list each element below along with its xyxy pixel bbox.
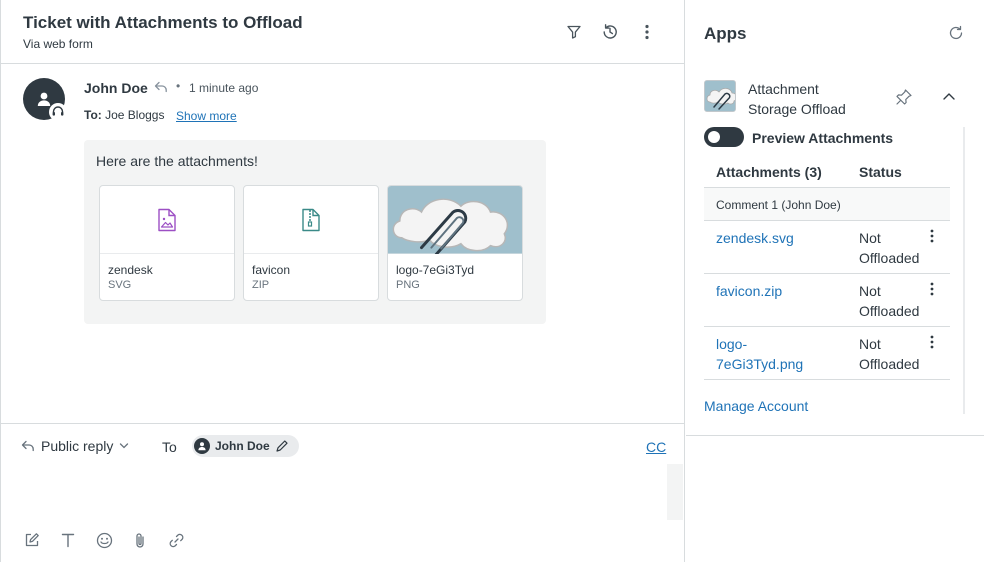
recipient-tag[interactable]: John Doe [192,435,299,457]
zip-file-icon [302,208,320,231]
app-scrollbar[interactable] [963,127,965,414]
attachment-name: logo-7eGi3Tyd [396,263,475,277]
ticket-pane: Ticket with Attachments to Offload Via w… [0,0,685,562]
reply-editor[interactable] [3,464,667,520]
reply-type-dropdown[interactable]: Public reply [21,438,129,454]
attachment-card-zendesk[interactable]: zendesk SVG [99,185,235,301]
attachment-status: Not Offloaded [859,230,920,266]
chevron-up-icon[interactable] [942,89,956,107]
attachment-link-zendesk[interactable]: zendesk.svg [716,228,836,248]
app-logo [704,80,736,112]
status-column-header: Status [859,164,902,180]
emoji-icon[interactable] [95,531,113,549]
link-icon[interactable] [167,531,185,549]
compose-icon[interactable] [23,531,41,549]
agent-headset-icon [49,103,67,121]
group-label: Comment 1 (John Doe) [716,198,841,212]
apps-panel: Apps Attachment Storage Offload Preview … [686,0,984,436]
image-file-icon [158,208,176,231]
avatar [194,438,210,454]
history-icon[interactable] [600,22,620,42]
comment: John Doe • 1 minute ago To: Joe Bloggs S… [1,65,685,423]
attachments-column-header: Attachments (3) [716,164,822,180]
comment-time: 1 minute ago [189,81,259,95]
comment-group-row: Comment 1 (John Doe) [704,188,950,220]
apps-title: Apps [704,24,747,43]
attachment-type: ZIP [252,279,270,291]
comment-author[interactable]: John Doe [84,80,148,96]
attachment-status: Not Offloaded [859,336,920,372]
refresh-icon[interactable] [948,25,964,46]
attachment-type: PNG [396,279,420,291]
attachment-card-logo[interactable]: logo-7eGi3Tyd PNG [387,185,523,301]
recipient-name: John Doe [215,439,270,453]
app-name: Attachment Storage Offload [748,81,846,117]
attachment-name: zendesk [108,263,153,277]
more-options-icon[interactable] [637,22,657,42]
preview-attachments-label: Preview Attachments [752,130,894,146]
to-label: To: [84,108,102,122]
manage-account-link[interactable]: Manage Account [704,398,808,414]
ticket-header: Ticket with Attachments to Offload Via w… [1,0,685,64]
filter-icon[interactable] [564,22,584,42]
reply-composer: Public reply To John Doe CC [1,423,685,562]
editor-scrollbar[interactable] [667,464,683,520]
paperclip-icon[interactable] [131,531,149,549]
row-menu-icon[interactable] [927,333,937,351]
row-menu-icon[interactable] [927,227,937,245]
comment-body: Here are the attachments! zendesk SVG fa… [84,140,546,324]
row-menu-icon[interactable] [927,280,937,298]
pencil-icon[interactable] [275,439,289,453]
reply-arrow-icon [21,440,34,452]
ticket-channel: Via web form [23,37,93,51]
reply-arrow-icon [154,80,168,98]
separator-dot: • [176,79,181,93]
pin-icon[interactable] [895,88,913,111]
show-more-link[interactable]: Show more [176,109,237,123]
preview-attachments-toggle[interactable] [704,127,744,147]
attachment-name: favicon [252,263,291,277]
attachment-link-logo[interactable]: logo- 7eGi3Tyd.png [716,334,803,374]
cc-link[interactable]: CC [646,439,666,455]
chevron-down-icon [120,443,129,449]
user-icon [198,442,206,451]
attachment-card-favicon[interactable]: favicon ZIP [243,185,379,301]
reply-type-label: Public reply [41,438,114,454]
comment-recipient: To: Joe Bloggs [84,108,164,122]
attachment-type: SVG [108,279,132,291]
to-name: Joe Bloggs [105,108,165,122]
attachment-link-favicon[interactable]: favicon.zip [716,281,836,301]
cloud-paperclip-thumbnail [388,186,522,254]
attachment-status: Not Offloaded [859,283,920,319]
ticket-title: Ticket with Attachments to Offload [23,13,303,32]
comment-message: Here are the attachments! [96,153,258,169]
reply-to-label: To [162,439,177,455]
text-format-icon[interactable] [59,531,77,549]
